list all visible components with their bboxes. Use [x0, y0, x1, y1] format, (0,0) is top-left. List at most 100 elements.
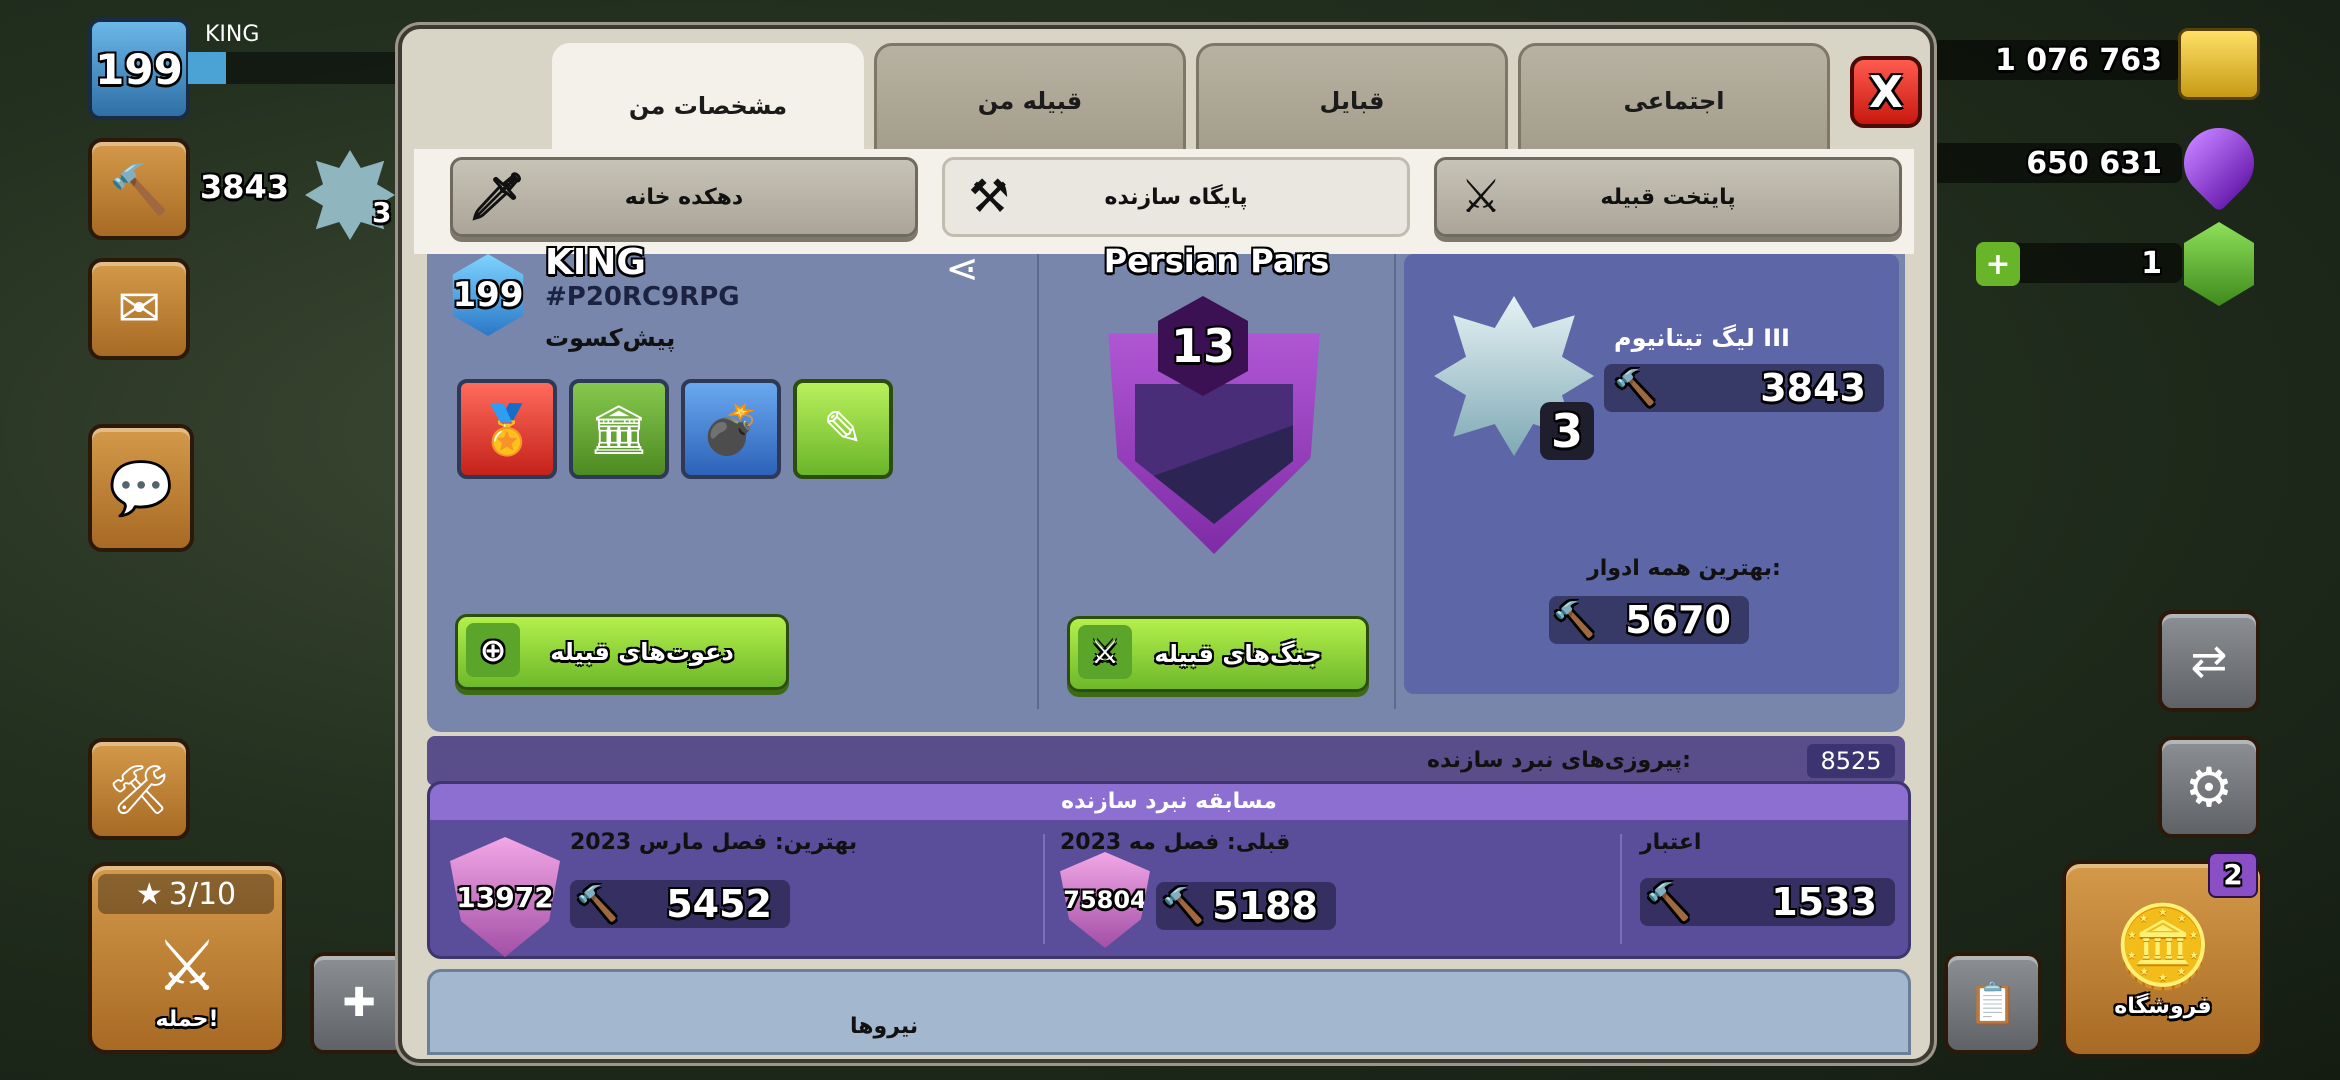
duel-previous-season: 75804 قبلی: فصل مه 2023 🔨 5188 — [1060, 822, 1620, 952]
badge-league[interactable]: 🏅 — [457, 379, 557, 479]
attack-progress-text: 3/10 — [168, 876, 237, 912]
builder-hut-icon: 🏛 — [588, 401, 650, 458]
hud-trophy-count: 3843 — [200, 168, 290, 206]
attack-progress: ★ 3/10 — [98, 874, 274, 914]
boat-arrow-icon: ⇄ — [2190, 635, 2228, 687]
hud-xp-bar — [188, 52, 398, 84]
profile-panel: مشخصات من قبیله من قبایل اجتماعی X 🗡 دهک… — [398, 25, 1934, 1063]
village-subtabs: 🗡 دهکده خانه ⚒ پایگاه سازنده ⚔ پایتخت قب… — [414, 149, 1914, 254]
gear-icon: ⚙ — [2184, 755, 2234, 819]
elixir-bar: 650 631 — [1932, 143, 2182, 183]
gold-hammer-icon: 🪙 — [2113, 899, 2213, 993]
star-icon: ★ — [135, 876, 163, 912]
best-season-label: بهترین: فصل مارس 2023 — [570, 830, 858, 855]
player-info: 199 KING #P20RC9RPG پیش‌کسوت ⋖ 🏅 🏛 💣 ✎ ⊕… — [427, 242, 1032, 709]
notes-button[interactable]: 📋 — [1944, 952, 2042, 1054]
hud-bottom-shield-button[interactable]: ✚ — [310, 952, 408, 1054]
mail-button[interactable]: ✉ — [88, 258, 190, 360]
wins-label: پیروزی‌های نبرد سازنده: — [1427, 748, 1691, 773]
magnifier-plus-icon: ⊕ — [466, 623, 520, 677]
shop-badge: 2 — [2208, 852, 2258, 898]
prev-rank-shield: 75804 — [1060, 852, 1150, 948]
duel-best-season: 13972 بهترین: فصل مارس 2023 🔨 5452 — [440, 822, 1020, 957]
tab-social[interactable]: اجتماعی — [1518, 43, 1830, 159]
gold-icon — [2178, 28, 2260, 100]
share-button[interactable]: ⋖ — [937, 246, 987, 296]
rating-label: اعتبار — [1640, 830, 1702, 855]
rating-value: 🔨 1533 — [1640, 878, 1895, 926]
rating-hammer-icon: 🔨 — [1646, 882, 1691, 923]
duel-title: مسابقه نبرد سازنده — [430, 784, 1908, 820]
subtab-clan-capital[interactable]: ⚔ پایتخت قبیله — [1434, 157, 1902, 237]
share-icon: ⋖ — [945, 246, 979, 292]
troops-section: نیروها — [427, 969, 1911, 1055]
shop-label: فروشگاه — [2114, 993, 2212, 1019]
best-trophies: 🔨 5670 — [1549, 596, 1749, 644]
settings-button[interactable]: ⚙ — [2158, 736, 2260, 838]
badge-builder[interactable]: 🏛 — [569, 379, 669, 479]
crossed-swords-icon: ⚔ — [1078, 625, 1132, 679]
builder-wins-bar: پیروزی‌های نبرد سازنده: 8525 — [427, 736, 1905, 786]
gem-icon — [2184, 222, 2254, 306]
best-rank-shield: 13972 — [450, 837, 560, 957]
chat-button[interactable]: 💬 — [88, 424, 194, 552]
fire-bomb-icon: 💣 — [701, 401, 761, 458]
trophy-hammer-icon: 🔨 — [1553, 600, 1596, 640]
attack-label: حمله! — [155, 1006, 219, 1032]
hud-player-level[interactable]: 199 — [88, 18, 190, 120]
wins-value: 8525 — [1807, 744, 1895, 778]
subtab-home-village[interactable]: 🗡 دهکده خانه — [450, 157, 918, 237]
edit-profile-button[interactable]: ✎ — [793, 379, 893, 479]
best-season-trophies: 🔨 5452 — [570, 880, 790, 928]
sword-icon: 🗡 — [467, 169, 527, 223]
hud-trophy-button[interactable]: 🔨 — [88, 138, 190, 240]
league-rank-badge: 3 — [1540, 402, 1594, 460]
crown-icon: 🏅 — [477, 401, 537, 458]
player-role: پیش‌کسوت — [545, 324, 676, 352]
prev-season-trophies: 🔨 5188 — [1156, 882, 1336, 930]
close-button[interactable]: X — [1850, 56, 1922, 128]
hammer-icon: 🔨 — [109, 161, 169, 218]
hud-level-text: 199 — [95, 44, 183, 94]
tab-clans[interactable]: قبایل — [1196, 43, 1508, 159]
player-tag: #P20RC9RPG — [545, 282, 740, 312]
prev-season-label: قبلی: فصل مه 2023 — [1060, 830, 1291, 855]
league-name: لیگ تیتانیوم III — [1614, 324, 1790, 352]
builder-duel-section: مسابقه نبرد سازنده 13972 بهترین: فصل مار… — [427, 781, 1911, 959]
hud-league-badge: 3 — [372, 196, 392, 229]
clan-info: Persian Pars 13 ⚔ جنگ‌های قبیله — [1037, 242, 1396, 709]
clipboard-icon: 📋 — [1968, 980, 2018, 1027]
clan-invites-button[interactable]: ⊕ دعوت‌های قبیله — [455, 614, 789, 690]
envelope-icon: ✉ — [117, 279, 161, 339]
player-level-badge: 199 — [452, 254, 524, 336]
pencil-icon: ✎ — [822, 401, 864, 457]
crossed-swords-icon: ⚔ — [1460, 169, 1502, 223]
clan-wars-button[interactable]: ⚔ جنگ‌های قبیله — [1067, 616, 1369, 692]
trophy-hammer-icon: 🔨 — [1614, 368, 1657, 408]
shield-plus-icon: ✚ — [342, 980, 376, 1026]
gold-bar: 1 076 763 — [1932, 40, 2182, 80]
add-gems-button[interactable]: + — [1976, 242, 2020, 286]
troops-label: نیروها — [850, 1014, 919, 1039]
player-name: KING — [545, 242, 646, 283]
elixir-icon — [2169, 113, 2269, 213]
subtab-builder-base[interactable]: ⚒ پایگاه سازنده — [942, 157, 1410, 237]
current-trophies: 🔨 3843 — [1604, 364, 1884, 412]
trophy-hammer-icon: 🔨 — [1162, 886, 1205, 926]
divider — [1043, 834, 1045, 944]
league-card: 3 لیگ تیتانیوم III 🔨 3843 بهترین همه ادو… — [1404, 254, 1899, 694]
profile-section: 199 KING #P20RC9RPG پیش‌کسوت ⋖ 🏅 🏛 💣 ✎ ⊕… — [427, 242, 1905, 786]
attack-button[interactable]: ★ 3/10 ⚔ حمله! — [88, 862, 286, 1054]
close-icon: X — [1869, 66, 1903, 118]
best-trophies-label: بهترین همه ادوار: — [1587, 556, 1781, 581]
crossed-hammers-icon: ⚒ — [968, 169, 1010, 223]
clan-name: Persian Pars — [1103, 242, 1330, 280]
badge-event[interactable]: 💣 — [681, 379, 781, 479]
tab-my-clan[interactable]: قبیله من — [874, 43, 1186, 159]
plus-icon: + — [1985, 246, 2011, 282]
edit-layout-button[interactable]: 🛠 — [88, 738, 190, 840]
switch-village-button[interactable]: ⇄ — [2158, 610, 2260, 712]
hammer-saw-icon: 🛠 — [108, 761, 170, 818]
crossed-axes-icon: ⚔ — [155, 924, 219, 1007]
divider — [1620, 834, 1622, 944]
